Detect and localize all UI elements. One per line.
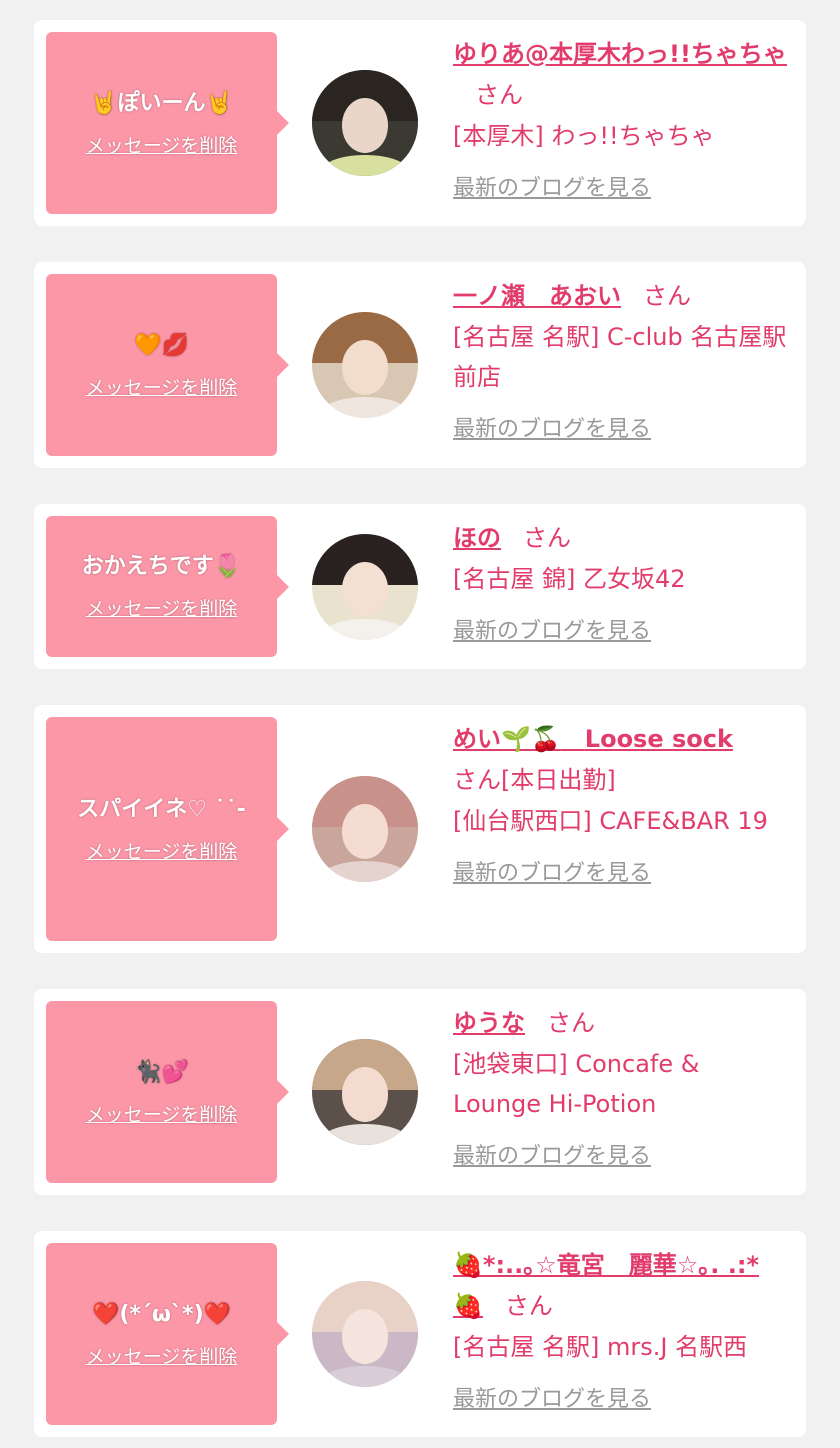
delete-message-button[interactable]: メッセージを削除 (86, 373, 238, 400)
message-text: ❤️(*´ω`*)❤️ (91, 1301, 232, 1327)
list-item: 🐈‍⬛💕 メッセージを削除 ゆうな さん [池袋東口] Concafe & Lou… (34, 989, 806, 1195)
list-item: 🧡💋 メッセージを削除 一ノ瀬 あおい さん [名古屋 名駅] C-club 名古… (34, 262, 806, 468)
honorific: さん (475, 81, 523, 109)
message-box: スパイイネ♡ ˙˙- メッセージを削除 (46, 717, 289, 941)
latest-blog-link[interactable]: 最新のブログを見る (453, 613, 651, 645)
message-text: ぽいーん (117, 90, 206, 116)
cast-name-link[interactable]: めい🌱🍒 Loose sock (453, 725, 733, 753)
item-info: ゆうな さん [池袋東口] Concafe & Lounge Hi-Potion … (453, 1003, 790, 1170)
avatar[interactable] (312, 534, 418, 640)
avatar[interactable] (312, 1281, 418, 1387)
honorific: さん (523, 524, 571, 552)
cast-name-link[interactable]: ゆうな (453, 1009, 525, 1037)
shop-info: [名古屋 錦] 乙女坂42 (453, 565, 686, 593)
cast-name-link[interactable]: ほの (453, 524, 501, 552)
delete-message-button[interactable]: メッセージを削除 (86, 594, 238, 621)
list-item: おかえちです🌷 メッセージを削除 ほの さん [名古屋 錦] 乙女坂42 最新のブ… (34, 504, 806, 669)
latest-blog-link[interactable]: 最新のブログを見る (453, 855, 651, 887)
rock-hand-icon: 🤘 (205, 90, 233, 116)
item-info: 🍓*:..｡☆竜宮 麗華☆｡. .:* 🍓 さん [名古屋 名駅] mrs.J 名駅… (453, 1245, 790, 1413)
avatar[interactable] (312, 312, 418, 418)
item-info: ゆりあ@本厚木わっ!!ちゃちゃさん [本厚木] わっ!!ちゃちゃ 最新のブログを… (453, 34, 790, 202)
strawberry-icon: 🍓 (453, 1251, 483, 1279)
message-text: おかえちです (81, 554, 214, 579)
strawberry-icon: 🍓 (453, 1292, 483, 1320)
list-item: 🤘ぽいーん🤘 メッセージを削除 ゆりあ@本厚木わっ!!ちゃちゃさん [本厚木] … (34, 20, 806, 226)
cast-name-link[interactable]: 一ノ瀬 あおい (453, 282, 621, 310)
message-text: スパイイネ♡ ˙˙- (77, 796, 246, 822)
avatar[interactable] (312, 70, 418, 176)
message-box: 🐈‍⬛💕 メッセージを削除 (46, 1001, 289, 1183)
cast-name-link[interactable]: ゆりあ@本厚木わっ!!ちゃちゃ (453, 40, 787, 68)
shop-info: [本厚木] わっ!!ちゃちゃ (453, 122, 715, 150)
latest-blog-link[interactable]: 最新のブログを見る (453, 1138, 651, 1170)
latest-blog-link[interactable]: 最新のブログを見る (453, 411, 651, 443)
item-info: 一ノ瀬 あおい さん [名古屋 名駅] C-club 名古屋駅前店 最新のブログを… (453, 276, 790, 443)
tulip-icon: 🌷 (213, 554, 242, 579)
delete-message-button[interactable]: メッセージを削除 (86, 131, 238, 158)
item-info: ほの さん [名古屋 錦] 乙女坂42 最新のブログを見る (453, 518, 790, 645)
status-label: [本日出勤] (501, 766, 616, 794)
message-box: 🧡💋 メッセージを削除 (46, 274, 289, 456)
delete-message-button[interactable]: メッセージを削除 (86, 1100, 238, 1127)
rock-hand-icon: 🤘 (90, 90, 118, 116)
latest-blog-link[interactable]: 最新のブログを見る (453, 170, 651, 202)
list-item: スパイイネ♡ ˙˙- メッセージを削除 めい🌱🍒 Loose sock さん[本… (34, 705, 806, 953)
avatar[interactable] (312, 776, 418, 882)
latest-blog-link[interactable]: 最新のブログを見る (453, 1381, 651, 1413)
honorific: さん (453, 766, 501, 794)
message-box: 🤘ぽいーん🤘 メッセージを削除 (46, 32, 289, 214)
cast-name-link[interactable]: 🍓*:..｡☆竜宮 麗華☆｡. .:* 🍓 (453, 1251, 759, 1320)
message-box: ❤️(*´ω`*)❤️ メッセージを削除 (46, 1243, 289, 1425)
shop-info: [名古屋 名駅] mrs.J 名駅西 (453, 1333, 748, 1361)
shop-info: [仙台駅西口] CAFE&BAR 19 (453, 807, 768, 835)
message-text: 🐈‍⬛💕 (134, 1059, 189, 1085)
shop-info: [池袋東口] Concafe & Lounge Hi-Potion (453, 1050, 700, 1118)
delete-message-button[interactable]: メッセージを削除 (86, 837, 238, 864)
sprout-icon: 🌱 (501, 725, 531, 753)
favorites-list: 🤘ぽいーん🤘 メッセージを削除 ゆりあ@本厚木わっ!!ちゃちゃさん [本厚木] … (0, 0, 840, 1448)
item-info: めい🌱🍒 Loose sock さん[本日出勤] [仙台駅西口] CAFE&BA… (453, 719, 790, 887)
honorific: さん (547, 1009, 595, 1037)
shop-info: [名古屋 名駅] C-club 名古屋駅前店 (453, 323, 787, 391)
message-box: おかえちです🌷 メッセージを削除 (46, 516, 289, 657)
avatar[interactable] (312, 1039, 418, 1145)
cherry-icon: 🍒 (530, 725, 561, 753)
message-text: 🧡💋 (134, 332, 189, 358)
honorific: さん (504, 1292, 553, 1320)
honorific: さん (643, 282, 691, 310)
list-item: ❤️(*´ω`*)❤️ メッセージを削除 🍓*:..｡☆竜宮 麗華☆｡. .:*… (34, 1231, 806, 1437)
delete-message-button[interactable]: メッセージを削除 (86, 1342, 238, 1369)
